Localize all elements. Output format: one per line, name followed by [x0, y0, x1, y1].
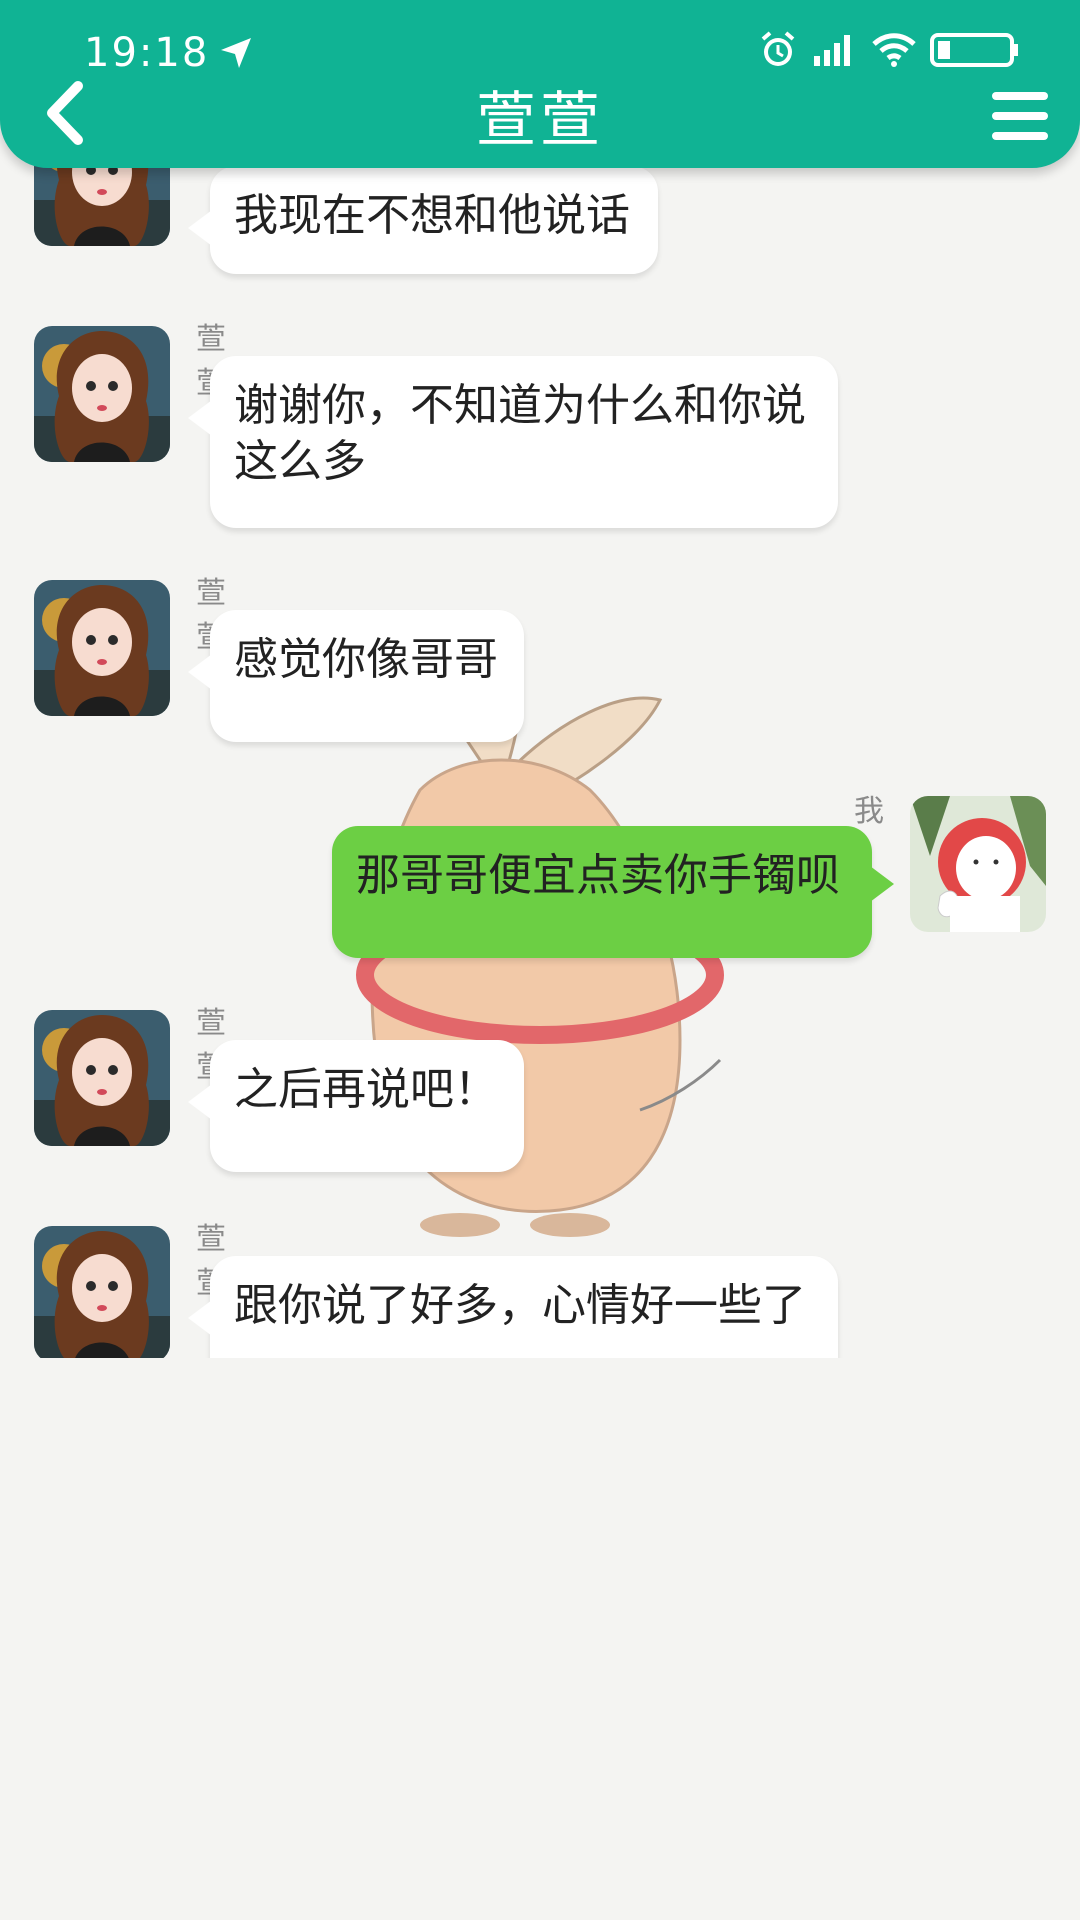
message-bubble[interactable]: 我现在不想和他说话 [188, 166, 658, 274]
battery-icon [930, 33, 1018, 67]
status-bar-time: 19:18 [84, 30, 253, 76]
message-text: 我现在不想和他说话 [234, 190, 630, 241]
message-bubble[interactable]: 感觉你像哥哥 [188, 610, 524, 742]
message-bubble[interactable]: 谢谢你，不知道为什么和你说这么多 [188, 356, 838, 528]
status-bar-icons [758, 30, 1020, 70]
chat-title: 萱萱 [476, 86, 604, 156]
girl-avatar-icon [34, 580, 170, 716]
message-bubble[interactable]: 跟你说了好多，心情好一些了 [188, 1256, 838, 1358]
girl-avatar-icon [34, 1226, 170, 1358]
avatar[interactable] [34, 326, 170, 462]
message-text: 那哥哥便宜点卖你手镯呗 [356, 850, 840, 901]
avatar[interactable] [34, 580, 170, 716]
chat-message-list[interactable]: 我现在不想和他说话 萱萱 谢谢你，不知道为什么和你说这么多 [0, 0, 1080, 1358]
message-bubble[interactable]: 那哥哥便宜点卖你手镯呗 [332, 826, 894, 958]
cartoon-avatar-icon [910, 796, 1046, 932]
girl-avatar-icon [34, 326, 170, 462]
signal-icon [814, 35, 850, 66]
location-arrow-icon [221, 38, 252, 68]
message-text: 感觉你像哥哥 [234, 634, 498, 685]
message-bubble[interactable]: 之后再说吧！ [188, 1040, 524, 1172]
message-text: 谢谢你，不知道为什么和你说这么多 [234, 380, 806, 487]
menu-icon [992, 92, 1048, 140]
avatar[interactable] [34, 1226, 170, 1358]
message-text: 之后再说吧！ [234, 1064, 498, 1115]
avatar[interactable] [34, 1010, 170, 1146]
time-text: 19:18 [84, 30, 210, 76]
sender-name: 我 [854, 794, 884, 829]
chat-header: 19:18 萱萱 [0, 0, 1080, 168]
wifi-icon [872, 33, 916, 67]
my-avatar[interactable] [910, 796, 1046, 932]
girl-avatar-icon [34, 1010, 170, 1146]
message-text: 跟你说了好多，心情好一些了 [234, 1280, 806, 1331]
alarm-icon [761, 31, 795, 66]
menu-button[interactable] [990, 88, 1050, 144]
